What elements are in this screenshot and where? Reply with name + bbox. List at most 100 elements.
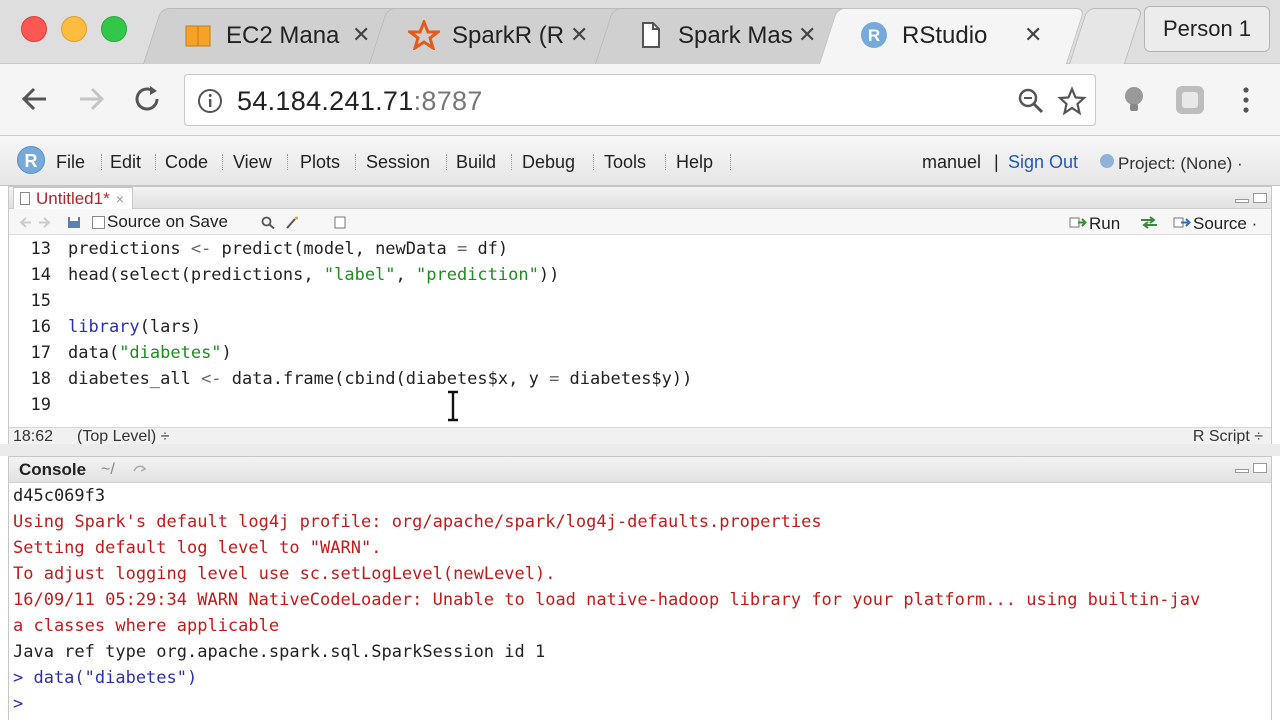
code-line[interactable]: 15	[9, 291, 1271, 317]
console-line: 16/09/11 05:29:34 WARN NativeCodeLoader:…	[13, 590, 1201, 610]
code-line[interactable]: 16 library(lars)	[9, 317, 1271, 343]
user-separator: |	[994, 152, 999, 172]
console-line: d45c069f3	[13, 486, 106, 506]
code-token: )	[221, 343, 232, 363]
reload-icon[interactable]	[130, 82, 164, 116]
menu-code[interactable]: Code	[165, 152, 208, 173]
code-text: library(lars)	[68, 317, 201, 337]
browser-tab-spark-master[interactable]: Spark Mas ✕	[594, 8, 854, 64]
code-line[interactable]: 19	[9, 395, 1271, 421]
console-output[interactable]: d45c069f3 Using Spark's default log4j pro…	[13, 483, 1269, 717]
save-icon[interactable]	[67, 216, 81, 229]
source-pane: Untitled1* × Source on Save Run Source · …	[8, 186, 1272, 445]
browser-menu-icon[interactable]	[1236, 84, 1256, 116]
window-maximize-button[interactable]	[101, 16, 127, 42]
code-line[interactable]: 18 diabetes_all <- data.frame(cbind(diabe…	[9, 369, 1271, 395]
console-title: Console	[19, 460, 87, 479]
navigate-icon[interactable]	[133, 463, 147, 475]
code-token: =	[549, 369, 560, 389]
tab-close-icon[interactable]: ✕	[1024, 22, 1042, 48]
console-line: > data("diabetes")	[13, 668, 198, 688]
url-text: 54.184.241.71:8787	[237, 86, 483, 116]
forward-arrow-icon[interactable]	[37, 216, 51, 229]
code-line[interactable]: 14 head(select(predictions, "label", "pre…	[9, 265, 1271, 291]
line-number: 15	[30, 291, 51, 311]
console-line: Setting default log level to "WARN".	[13, 538, 382, 558]
line-number: 14	[30, 265, 51, 285]
source-statusbar: 18:62 (Top Level) ÷ R Script ÷	[9, 427, 1271, 445]
tab-close-icon[interactable]: ✕	[798, 22, 816, 48]
document-icon[interactable]	[333, 216, 347, 229]
search-icon[interactable]	[261, 216, 275, 229]
code-token: "label"	[323, 265, 396, 285]
tab-close-icon[interactable]: ✕	[352, 22, 370, 48]
profile-button[interactable]: Person 1	[1144, 6, 1270, 52]
project-menu[interactable]: Project: (None) ·	[1118, 154, 1243, 174]
maximize-pane-icon[interactable]	[1253, 193, 1267, 203]
line-number: 17	[30, 343, 51, 363]
extension-square-icon[interactable]	[1174, 84, 1206, 116]
source-tabbar: Untitled1* ×	[9, 187, 1271, 209]
window-close-button[interactable]	[21, 16, 47, 42]
code-token: diabetes_all	[68, 369, 202, 389]
username: manuel	[922, 152, 982, 172]
magic-wand-icon[interactable]	[285, 216, 299, 229]
menu-debug[interactable]: Debug	[522, 152, 575, 173]
menu-build[interactable]: Build	[456, 152, 496, 173]
code-token: (lars)	[139, 317, 202, 337]
document-icon	[642, 22, 660, 48]
pane-splitter[interactable]	[0, 444, 1280, 456]
tab-close-icon[interactable]: ✕	[570, 22, 588, 48]
extension-bulb-icon[interactable]	[1120, 84, 1148, 116]
text-cursor-icon	[448, 390, 458, 422]
spark-star-icon	[408, 20, 440, 50]
code-text: data("diabetes")	[68, 343, 232, 363]
source-on-save-checkbox[interactable]	[92, 216, 105, 229]
code-line[interactable]: 13 predictions <- predict(model, newData …	[9, 239, 1271, 265]
menu-edit[interactable]: Edit	[110, 152, 141, 173]
menu-tools[interactable]: Tools	[604, 152, 646, 173]
code-token: ,	[395, 265, 417, 285]
menu-session[interactable]: Session	[366, 152, 430, 173]
code-token: predictions	[68, 239, 191, 259]
browser-tab-strip: EC2 Mana ✕ SparkR (R ✕ Spark Mas ✕ R RSt…	[0, 0, 1280, 64]
menu-view[interactable]: View	[233, 152, 272, 173]
source-toolbar: Source on Save Run Source ·	[9, 209, 1271, 235]
run-button[interactable]: Run	[1089, 214, 1120, 234]
source-button[interactable]: Source ·	[1193, 214, 1257, 234]
tab-untitled1[interactable]: Untitled1* ×	[13, 187, 133, 209]
browser-tab-sparkr[interactable]: SparkR (R ✕	[368, 8, 628, 64]
tab-title: RStudio	[902, 22, 988, 49]
maximize-pane-icon[interactable]	[1253, 463, 1267, 473]
console-header: Console ~/	[9, 457, 1271, 483]
bookmark-star-icon[interactable]	[1057, 86, 1087, 116]
back-arrow-icon[interactable]	[18, 82, 52, 116]
menu-file[interactable]: File	[56, 152, 85, 173]
line-number: 16	[30, 317, 51, 337]
code-token: data(	[68, 343, 120, 363]
browser-tab-ec2[interactable]: EC2 Mana ✕	[142, 8, 402, 64]
forward-arrow-icon[interactable]	[74, 82, 108, 116]
code-editor[interactable]: 13 predictions <- predict(model, newData …	[9, 235, 1271, 425]
menu-plots[interactable]: Plots	[300, 152, 340, 173]
browser-tab-rstudio[interactable]: R RStudio ✕	[818, 8, 1086, 64]
address-bar[interactable]: 54.184.241.71:8787	[184, 74, 1096, 126]
svg-text:R: R	[868, 26, 880, 45]
new-tab-button[interactable]	[1068, 8, 1144, 64]
minimize-pane-icon[interactable]	[1235, 199, 1249, 203]
line-number: 19	[30, 395, 51, 415]
close-icon[interactable]: ×	[116, 191, 124, 207]
code-token: head(select(predictions,	[68, 265, 324, 285]
menu-help[interactable]: Help	[676, 152, 713, 173]
minimize-pane-icon[interactable]	[1235, 469, 1249, 473]
back-arrow-icon[interactable]	[19, 216, 33, 229]
source-tab-title: Untitled1*	[36, 189, 110, 208]
info-icon[interactable]	[197, 88, 223, 114]
console-line: >	[13, 694, 34, 714]
code-token: =	[456, 239, 468, 259]
sign-out-link[interactable]: Sign Out	[1008, 152, 1078, 173]
window-minimize-button[interactable]	[61, 16, 87, 42]
rerun-icon[interactable]	[1139, 216, 1159, 229]
zoom-icon[interactable]	[1017, 87, 1045, 115]
code-line[interactable]: 17 data("diabetes")	[9, 343, 1271, 369]
